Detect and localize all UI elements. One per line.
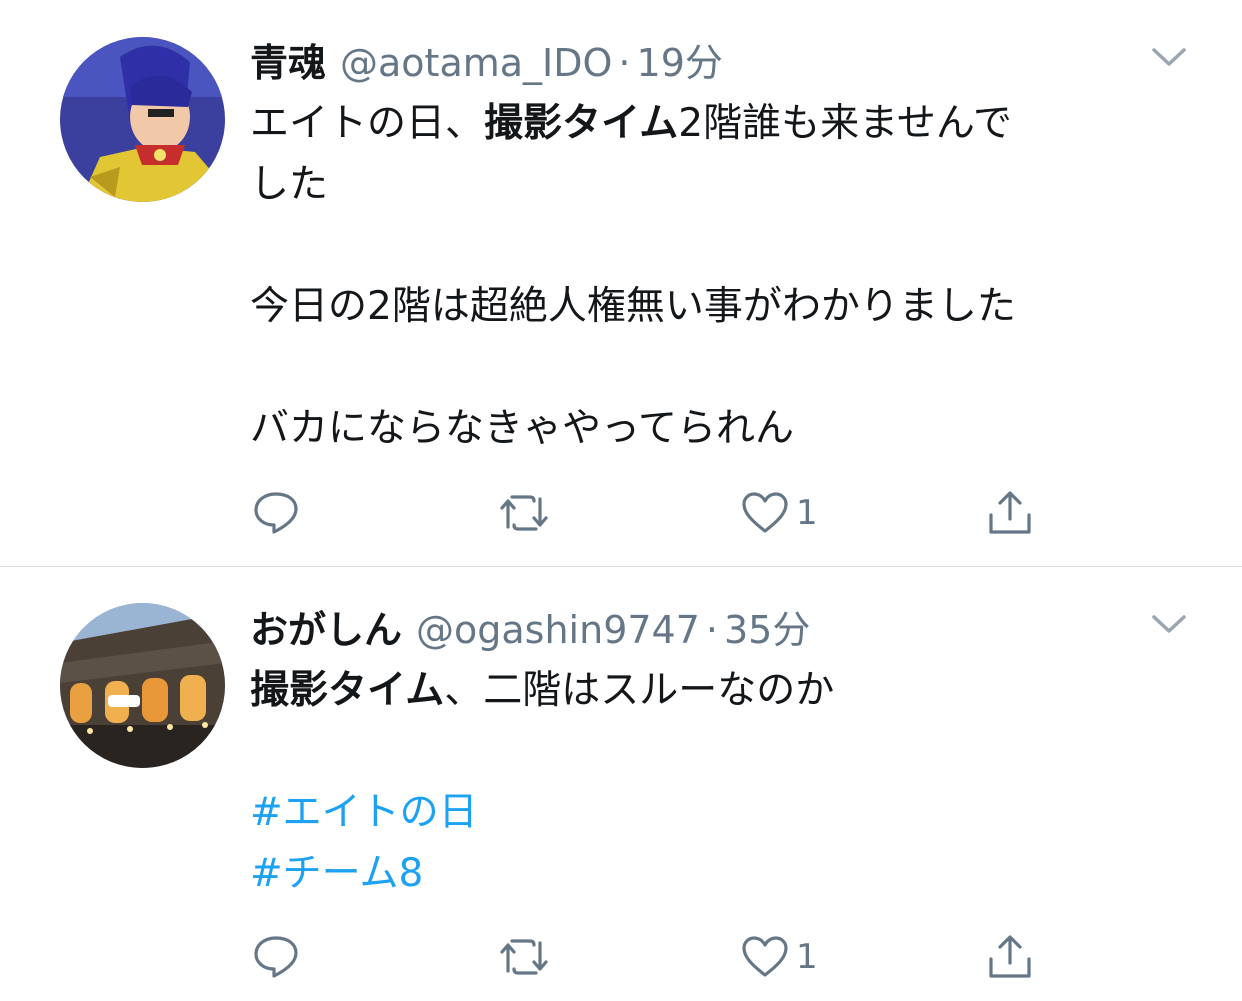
- retweet-icon: [496, 491, 552, 535]
- retweet-button[interactable]: [496, 932, 552, 982]
- like-button[interactable]: 1: [740, 488, 818, 538]
- hashtag-link[interactable]: #エイトの日: [250, 782, 1200, 843]
- bold-keyword: 撮影タイム: [484, 101, 679, 146]
- share-icon: [986, 489, 1034, 537]
- tweet-blank-line: [250, 721, 1200, 782]
- heart-icon: [740, 491, 790, 535]
- tweet-actions: 1: [250, 932, 1050, 982]
- bold-keyword: 撮影タイム: [250, 668, 445, 713]
- share-button[interactable]: [986, 932, 1034, 982]
- tweet-blank-line: [250, 215, 1200, 276]
- reply-icon: [252, 934, 300, 980]
- timestamp[interactable]: 19分: [637, 32, 723, 87]
- timestamp[interactable]: 35分: [724, 599, 810, 654]
- separator-dot: ·: [618, 41, 631, 85]
- hashtag-link[interactable]: #チーム8: [250, 843, 1200, 904]
- tweet-line: エイトの日、撮影タイム2階誰も来ませんで: [250, 101, 1012, 146]
- display-name[interactable]: 青魂: [250, 32, 326, 87]
- tweet[interactable]: おがしん @ogashin9747 · 35分 撮影タイム、二階はスルーなのか …: [0, 567, 1242, 1001]
- tweet-text: 撮影タイム、二階はスルーなのか #エイトの日 #チーム8: [250, 660, 1200, 904]
- heart-icon: [740, 935, 790, 979]
- share-button[interactable]: [986, 488, 1034, 538]
- separator-dot: ·: [705, 608, 718, 652]
- reply-button[interactable]: [252, 488, 300, 538]
- tweet-text: エイトの日、撮影タイム2階誰も来ませんで した 今日の2階は超絶人権無い事がわか…: [250, 93, 1200, 459]
- tweet-header: おがしん @ogashin9747 · 35分: [250, 599, 810, 652]
- like-button[interactable]: 1: [740, 932, 818, 982]
- user-handle[interactable]: @ogashin9747: [416, 608, 700, 652]
- avatar[interactable]: [60, 37, 225, 202]
- tweet-line: バカにならなきゃやってられん: [250, 406, 795, 451]
- chevron-down-icon[interactable]: [1150, 44, 1188, 70]
- display-name[interactable]: おがしん: [250, 599, 402, 654]
- like-count: 1: [796, 493, 818, 533]
- like-count: 1: [796, 937, 818, 977]
- chevron-down-icon[interactable]: [1150, 611, 1188, 637]
- reply-button[interactable]: [252, 932, 300, 982]
- tweet-header: 青魂 @aotama_IDO · 19分: [250, 32, 723, 85]
- share-icon: [986, 933, 1034, 981]
- tweet-line: 今日の2階は超絶人権無い事がわかりました: [250, 284, 1016, 329]
- retweet-button[interactable]: [496, 488, 552, 538]
- tweet[interactable]: 青魂 @aotama_IDO · 19分 エイトの日、撮影タイム2階誰も来ません…: [0, 0, 1242, 566]
- retweet-icon: [496, 935, 552, 979]
- tweet-line: 撮影タイム、二階はスルーなのか: [250, 668, 835, 713]
- user-handle[interactable]: @aotama_IDO: [340, 41, 612, 85]
- tweet-actions: 1: [250, 488, 1050, 538]
- reply-icon: [252, 490, 300, 536]
- tweet-blank-line: [250, 337, 1200, 398]
- tweet-line: した: [250, 162, 329, 207]
- avatar[interactable]: [60, 603, 225, 768]
